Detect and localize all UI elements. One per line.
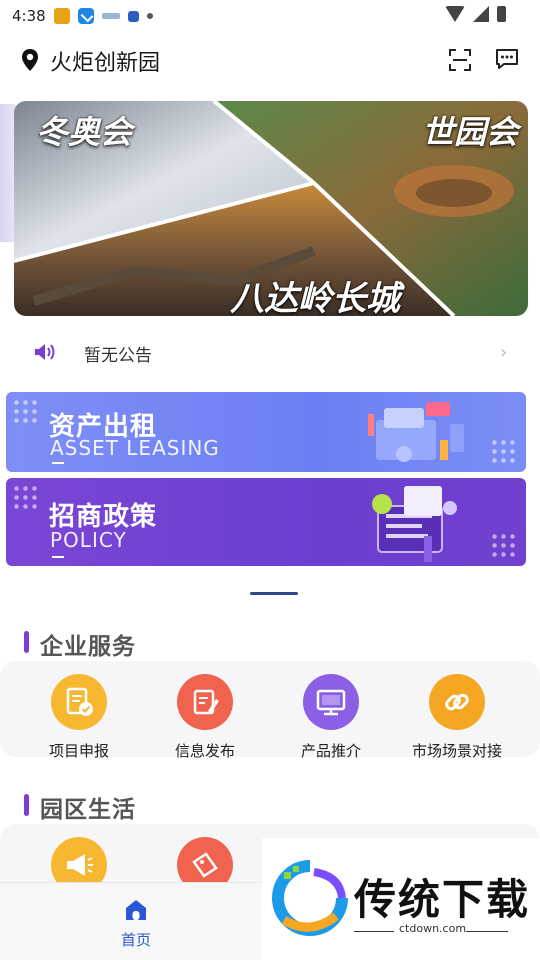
banner-carousel[interactable]: 冬奥会 世园会 八达岭长城 [14, 101, 528, 316]
promo-dash [52, 556, 64, 558]
section-title-park-life: 园区生活 [40, 797, 136, 823]
status-bar: 4:38 [0, 0, 540, 32]
banner-label: 世园会 [421, 113, 518, 151]
watermark-logo-icon [272, 860, 348, 936]
tab-home[interactable]: 首页 [106, 897, 166, 950]
service-info-publish[interactable]: 信息发布 [145, 674, 265, 761]
tab-home-label: 首页 [120, 931, 151, 949]
promo-subtitle: POLICY [50, 528, 127, 552]
decorative-dots [490, 532, 518, 560]
document-illustration-icon [372, 486, 457, 562]
chevron-right-icon: › [500, 342, 508, 363]
message-icon[interactable] [494, 47, 520, 71]
signal-icon [473, 6, 489, 22]
banner-label: 冬奥会 [36, 113, 133, 151]
promo-subtitle: ASSET LEASING [50, 436, 220, 460]
link-icon [429, 674, 485, 730]
app-notification-icon [101, 13, 120, 19]
policy-card[interactable]: 招商政策 POLICY [6, 478, 526, 566]
notice-bar[interactable]: 暂无公告 › [0, 330, 540, 374]
document-check-icon [51, 674, 107, 730]
section-accent-bar [24, 631, 29, 653]
wifi-icon [445, 6, 465, 22]
service-label: 市场场景对接 [411, 742, 502, 760]
more-notifications-icon [146, 13, 153, 19]
status-time: 4:38 [12, 7, 46, 25]
decorative-dots [12, 398, 40, 426]
location-pin-icon[interactable] [20, 48, 40, 72]
notice-text: 暂无公告 [84, 346, 152, 366]
divider [466, 931, 508, 932]
scan-icon[interactable] [448, 48, 472, 72]
service-label: 项目申报 [48, 742, 109, 760]
service-label: 信息发布 [174, 742, 235, 760]
monitor-icon [303, 674, 359, 730]
carousel-indicator [250, 592, 298, 595]
service-product-promotion[interactable]: 产品推介 [271, 674, 391, 761]
app-notification-icon [53, 8, 70, 24]
battery-icon [497, 6, 506, 22]
header: 火炬创新园 [0, 38, 540, 82]
decorative-dots [12, 484, 40, 512]
cube-icon [127, 10, 139, 22]
page-title[interactable]: 火炬创新园 [50, 45, 160, 77]
section-title-enterprise: 企业服务 [40, 634, 136, 660]
watermark-url: ctdown.com [399, 922, 467, 935]
speaker-icon [35, 344, 55, 360]
service-label: 产品推介 [300, 742, 361, 760]
banner-label: 八达岭长城 [230, 279, 400, 316]
section-accent-bar [24, 794, 29, 816]
divider [354, 931, 394, 932]
asset-leasing-card[interactable]: 资产出租 ASSET LEASING [6, 392, 526, 472]
decorative-dots [490, 438, 518, 466]
service-project-declaration[interactable]: 项目申报 [19, 674, 139, 761]
watermark: 传统下载 ctdown.com [262, 838, 540, 960]
watermark-text: 传统下载 [354, 875, 531, 924]
dashboard-illustration-icon [368, 402, 464, 462]
home-icon [126, 900, 146, 920]
service-market-matching[interactable]: 市场场景对接 [397, 674, 517, 761]
download-icon [77, 8, 94, 24]
promo-dash [52, 462, 64, 464]
edit-document-icon [177, 674, 233, 730]
